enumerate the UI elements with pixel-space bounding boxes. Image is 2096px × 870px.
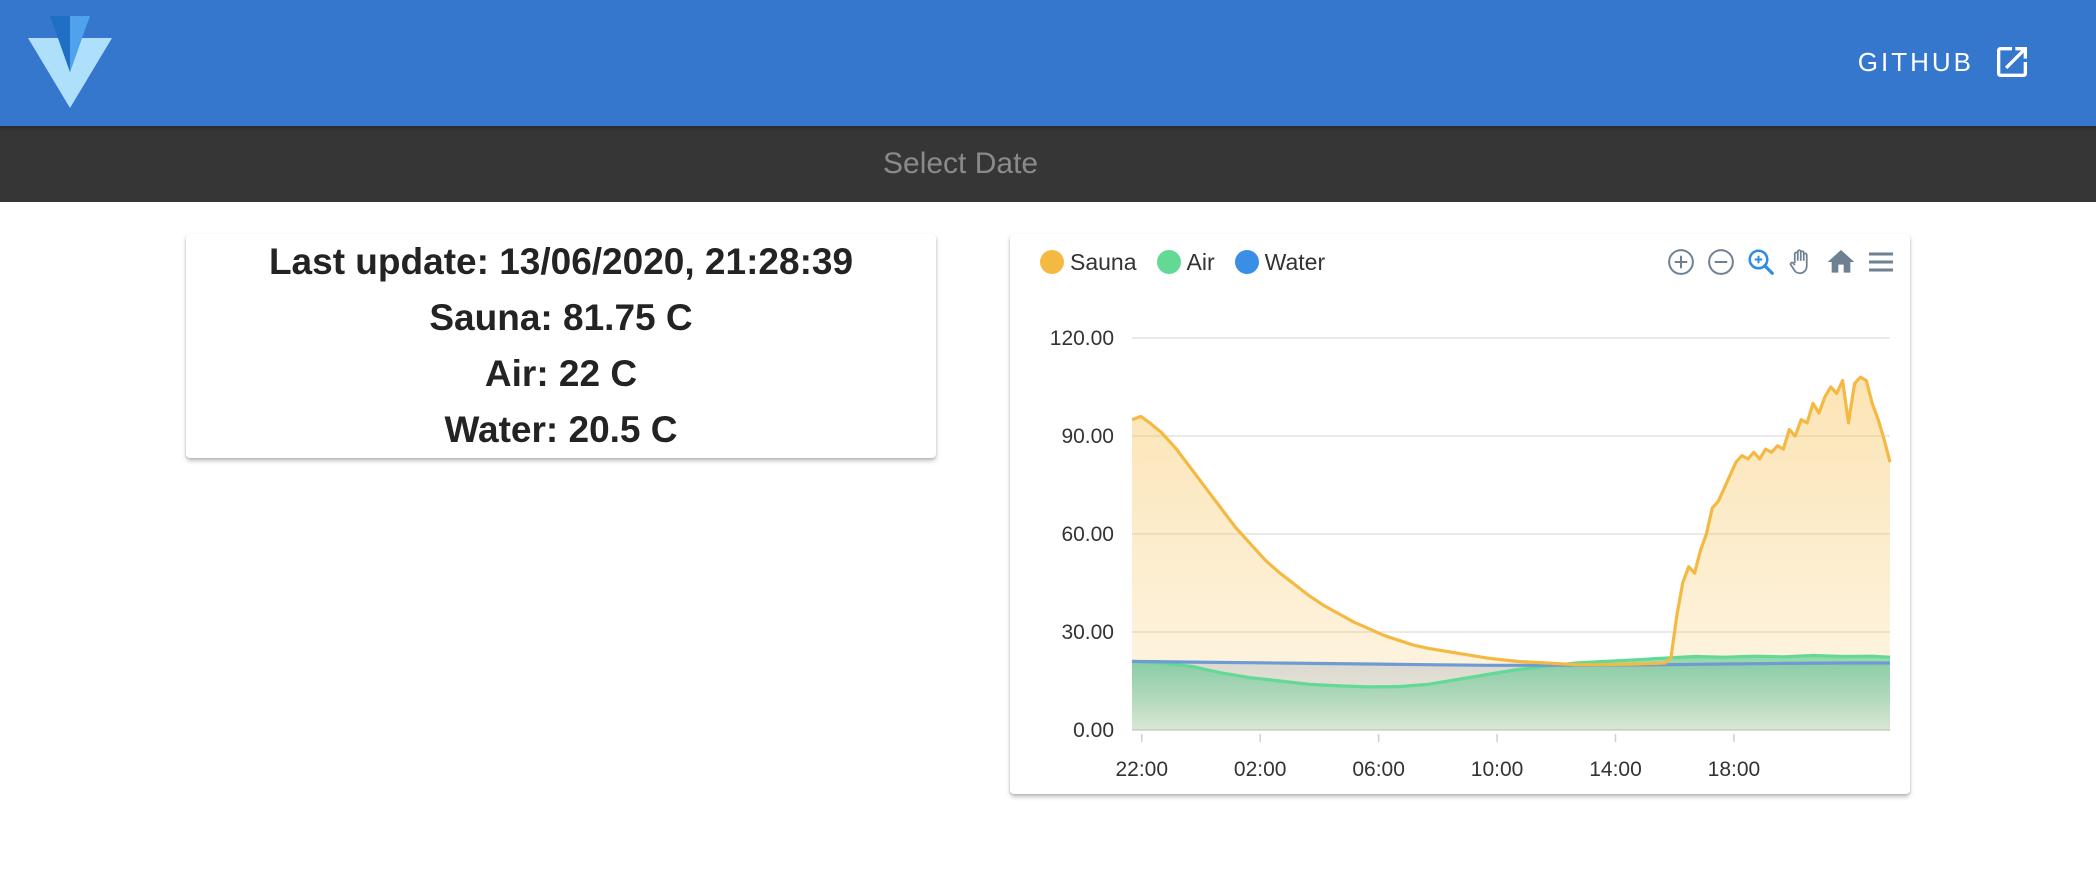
chart-legend: Sauna Air Water [1040,244,1345,280]
x-tick-label: 10:00 [1471,758,1524,781]
open-in-new-icon [1997,47,2027,77]
x-tick-label: 02:00 [1234,758,1287,781]
legend-marker [1040,250,1064,274]
y-tick-label: 0.00 [1073,719,1114,742]
water-temperature: Water: 20.5 C [444,409,678,450]
x-tick-label: 22:00 [1115,758,1168,781]
legend-label: Air [1186,248,1215,275]
legend-item-sauna[interactable]: Sauna [1040,249,1137,276]
x-tick-label: 06:00 [1352,758,1405,781]
zoom-in-icon[interactable] [1664,245,1698,279]
legend-label: Water [1264,248,1326,275]
legend-item-air[interactable]: Air [1156,248,1215,276]
air-temperature: Air: 22 C [484,353,638,394]
zoom-out-icon[interactable] [1704,245,1738,279]
github-label: GITHUB [1857,46,1974,77]
github-link[interactable]: GITHUB [1858,40,2032,84]
app-bar: GITHUB [0,0,2096,126]
y-tick-label: 120.00 [1050,327,1114,350]
legend-marker [1234,250,1259,274]
menu-icon[interactable] [1864,245,1898,279]
legend-label: Sauna [1070,248,1137,275]
sauna-temperature: Sauna: 81.75 C [429,297,693,338]
vuetify-logo-icon[interactable] [28,16,112,108]
chart-toolbar [1658,242,1898,282]
legend-marker [1156,250,1181,274]
select-date-input[interactable] [880,142,1256,186]
status-card: Last update: 13/06/2020, 21:28:39 Sauna:… [186,234,936,458]
date-toolbar [0,126,2096,202]
temperature-chart-card: 0.00 30.00 60.00 90.00 120.00 22:00 02:00 06:00… [1010,234,1910,794]
x-tick-label: 18:00 [1708,758,1761,781]
y-tick-label: 90.00 [1061,425,1114,448]
pan-hand-icon[interactable] [1784,245,1818,279]
last-update-text: Last update: 13/06/2020, 21:28:39 [268,241,854,282]
legend-item-water[interactable]: Water [1234,248,1326,276]
zoom-selection-icon[interactable] [1744,245,1778,279]
y-tick-label: 30.00 [1061,621,1114,644]
temperature-chart: 0.00 30.00 60.00 90.00 120.00 22:00 02:00 06:00… [1050,327,1892,781]
y-tick-label: 60.00 [1061,523,1114,546]
reset-home-icon[interactable] [1824,245,1858,279]
x-tick-label: 14:00 [1589,758,1642,781]
